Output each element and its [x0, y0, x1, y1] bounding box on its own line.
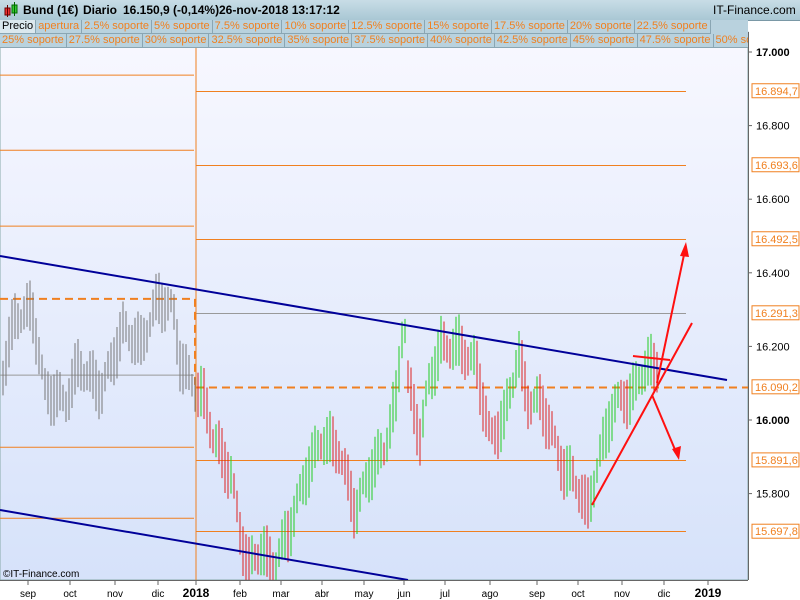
legend-item[interactable]: 12.5% soporte [349, 20, 426, 34]
level-price-label: 15.891,6 [755, 455, 798, 467]
x-tick-label: ago [482, 589, 499, 600]
x-tick-label: 2018 [183, 586, 210, 600]
x-tick-label: nov [107, 589, 123, 600]
y-tick-label: 15.800 [756, 489, 790, 501]
y-tick-label: 16.000 [756, 415, 790, 427]
x-tick-label: may [355, 589, 374, 600]
legend-item[interactable]: 15% soporte [425, 20, 492, 34]
x-tick-label: mar [272, 589, 290, 600]
y-tick-label: 16.600 [756, 194, 790, 206]
x-tick-label: oct [571, 589, 585, 600]
last-price: 16.150,9 (-0,14%) [123, 3, 220, 17]
legend-item[interactable]: 7.5% soporte [212, 20, 283, 34]
period: Diario [83, 3, 118, 17]
legend-item[interactable]: 25% soporte [0, 34, 67, 48]
legend-item[interactable]: 45% soporte [570, 34, 638, 48]
legend-item[interactable]: 40% soporte [428, 34, 495, 48]
chart-header: Bund (1€) Diario 16.150,9 (-0,14%) 26-no… [0, 0, 800, 21]
x-tick-label: jul [439, 589, 450, 600]
copyright: ©IT-Finance.com [3, 569, 79, 580]
legend-item[interactable]: 20% soporte [567, 20, 635, 34]
legend-item[interactable]: apertura [36, 20, 83, 34]
plot-area [0, 31, 749, 581]
legend-item[interactable]: 10% soporte [282, 20, 350, 34]
x-tick-label: abr [315, 589, 330, 600]
datetime: 26-nov-2018 13:17:12 [219, 3, 340, 17]
price-chart: 17.000 16.800 16.600 16.400 16.200 16.000 15.8… [0, 31, 800, 600]
x-tick-label: jun [396, 589, 410, 600]
y-tick-label: 16.400 [756, 268, 790, 280]
legend-item[interactable]: 42.5% soporte [494, 34, 571, 48]
y-tick-label: 16.800 [756, 121, 790, 133]
candle-icon [4, 2, 18, 18]
x-tick-label: feb [233, 589, 247, 600]
instrument-name: Bund (1€) [23, 3, 79, 17]
level-price-label: 16.693,6 [755, 160, 798, 172]
legend-item[interactable]: 2.5% soporte [82, 20, 152, 34]
x-tick-label: nov [614, 589, 630, 600]
legend-item[interactable]: 50% soporte [713, 34, 748, 48]
level-price-label: 16.090,2 [755, 382, 798, 394]
legend-item[interactable]: 22.5% soporte [634, 20, 711, 34]
legend-item[interactable]: 32.5% soporte [209, 34, 286, 48]
x-tick-label: oct [63, 589, 77, 600]
level-price-label: 16.492,5 [755, 234, 798, 246]
brand: IT-Finance.com [713, 3, 796, 17]
level-price-label: 16.291,3 [755, 308, 798, 320]
legend-item[interactable]: 47.5% soporte [637, 34, 714, 48]
x-tick-label: 2019 [695, 586, 722, 600]
legend-item[interactable]: 27.5% soporte [66, 34, 143, 48]
legend-item[interactable]: Precio [0, 20, 37, 34]
x-tick-label: dic [152, 589, 165, 600]
legend-item[interactable]: 37.5% soporte [352, 34, 429, 48]
level-price-label: 15.697,8 [755, 526, 798, 538]
level-price-label: 16.894,7 [755, 86, 798, 98]
legend-item[interactable]: 30% soporte [142, 34, 210, 48]
legend-item[interactable]: 5% soporte [152, 20, 213, 34]
legend-item[interactable]: 17.5% soporte [491, 20, 568, 34]
x-tick-label: sep [529, 589, 546, 600]
y-tick-label: 17.000 [756, 47, 790, 59]
x-tick-label: dic [658, 589, 671, 600]
x-tick-label: sep [20, 589, 37, 600]
legend-item[interactable]: 35% soporte [285, 34, 353, 48]
y-tick-label: 16.200 [756, 341, 790, 353]
